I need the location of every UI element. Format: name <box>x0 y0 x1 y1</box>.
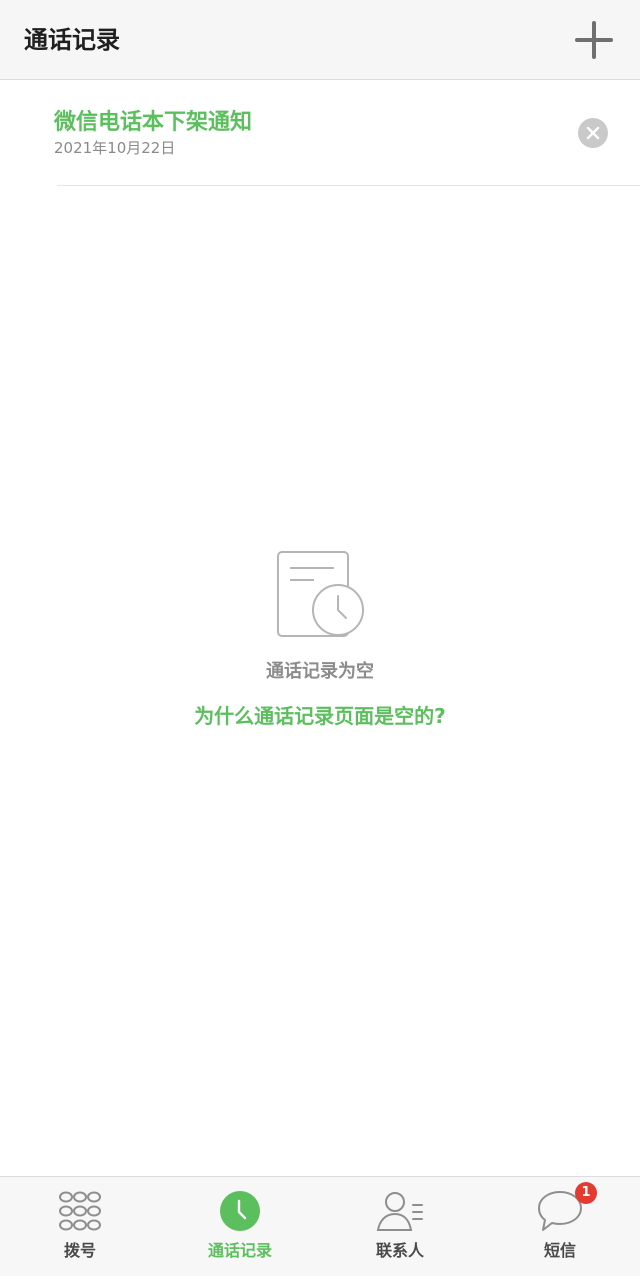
empty-state-text: 通话记录为空 <box>266 661 374 682</box>
notice-item[interactable]: 微信电话本下架通知 2021年10月22日 <box>0 80 640 186</box>
notice-title[interactable]: 微信电话本下架通知 <box>54 108 252 138</box>
tab-call-log[interactable]: 通话记录 <box>160 1177 320 1277</box>
close-notice-button[interactable] <box>578 118 608 148</box>
empty-state-help: 为什么通话记录页面是空的? <box>0 701 640 731</box>
tab-label: 联系人 <box>375 1241 424 1260</box>
plus-icon <box>575 21 613 59</box>
tab-contacts[interactable]: 联系人 <box>320 1177 480 1277</box>
tab-messages[interactable]: 短信 <box>480 1177 640 1277</box>
tab-label: 通话记录 <box>207 1241 272 1260</box>
empty-state-help-link[interactable]: 为什么通话记录页面是空的? <box>194 704 446 728</box>
close-circle-icon <box>578 118 608 148</box>
top-bar: 通话记录 <box>0 0 640 80</box>
tab-label: 拨号 <box>63 1241 96 1260</box>
dialpad-icon <box>59 1191 101 1231</box>
call-log-clock-icon <box>277 551 364 637</box>
empty-state-illustration <box>270 546 370 642</box>
unread-badge: 1 <box>575 1182 597 1204</box>
tab-dialpad[interactable]: 拨号 <box>0 1177 160 1277</box>
contacts-icon <box>376 1192 423 1231</box>
divider <box>57 185 640 186</box>
notice-date: 2021年10月22日 <box>54 139 176 157</box>
tab-label: 短信 <box>543 1241 576 1260</box>
page-title: 通话记录 <box>24 26 120 54</box>
add-button[interactable] <box>572 18 616 62</box>
bottom-tab-bar: 拨号 通话记录 联系人 短信 <box>0 1176 640 1276</box>
clock-icon <box>220 1191 260 1231</box>
